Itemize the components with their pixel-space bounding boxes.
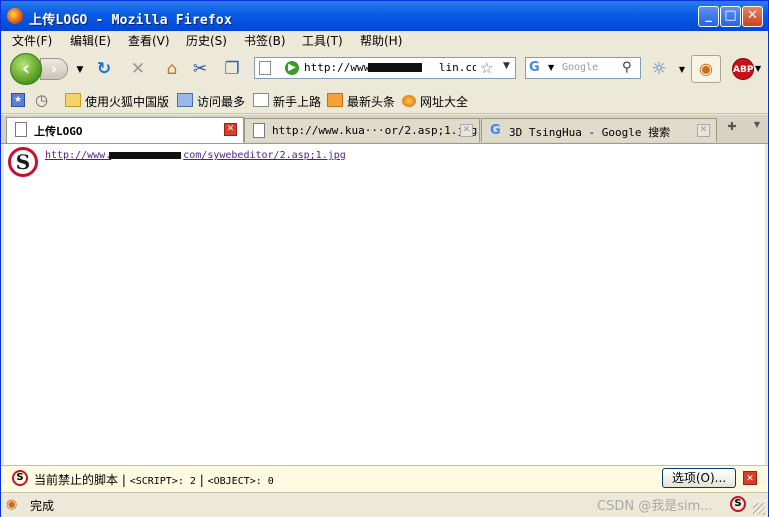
page-icon <box>253 93 269 107</box>
menu-edit[interactable]: 编辑(E) <box>70 32 111 49</box>
adblock-icon[interactable]: ABP <box>732 58 754 80</box>
bookmark-label: 访问最多 <box>197 95 246 109</box>
menu-file[interactable]: 文件(F) <box>12 32 52 49</box>
noscript-icon: S <box>12 470 28 486</box>
menu-help[interactable]: 帮助(H) <box>360 32 402 49</box>
home-icon[interactable]: ⌂ <box>162 59 182 79</box>
tab-close-icon[interactable]: ✕ <box>697 124 710 137</box>
page-icon <box>15 122 27 137</box>
bookmark-item-5[interactable]: 网址大全 <box>402 93 468 110</box>
reload-icon[interactable]: ↻ <box>94 59 114 79</box>
noscript-notification-bar: S 当前禁止的脚本 | <SCRIPT>: 2 | <OBJECT>: 0 选项… <box>1 465 768 492</box>
adblock-dropdown-icon[interactable]: ▼ <box>755 64 761 73</box>
window-tool-icon[interactable]: ❐ <box>222 59 242 79</box>
menu-tools[interactable]: 工具(T) <box>302 32 343 49</box>
google-icon[interactable]: G <box>529 60 545 76</box>
page-icon <box>259 61 271 75</box>
rss-icon <box>327 93 343 107</box>
window-title: 上传LOGO - Mozilla Firefox <box>29 13 232 28</box>
fox-addon-icon[interactable]: ◉ <box>691 55 721 83</box>
folder-icon <box>65 93 81 107</box>
noscript-icon[interactable]: S <box>8 147 38 177</box>
image-link[interactable]: http://www. com/sywebeditor/2.asp;1.jpg <box>45 150 346 161</box>
browser-window: 上传LOGO - Mozilla Firefox _ □ ✕ 文件(F) 编辑(… <box>0 0 769 517</box>
firefox-icon <box>7 8 23 24</box>
title-bar[interactable]: 上传LOGO - Mozilla Firefox _ □ ✕ <box>1 1 768 31</box>
status-addon-icon[interactable]: ◉ <box>6 497 22 513</box>
tab-google-search[interactable]: G 3D TsingHua - Google 搜索 ✕ <box>481 118 717 142</box>
close-button[interactable]: ✕ <box>742 6 763 27</box>
page-content: S http://www. com/sywebeditor/2.asp;1.jpg <box>4 144 765 465</box>
resize-grip[interactable] <box>753 503 765 515</box>
page-icon <box>253 123 265 138</box>
bookmark-item-2[interactable]: 访问最多 <box>177 93 245 110</box>
tab-list-icon[interactable]: ▼ <box>747 120 767 138</box>
menu-view[interactable]: 查看(V) <box>128 32 170 49</box>
status-bar: ◉ 完成 CSDN @我是sim... S <box>1 492 768 517</box>
google-icon: G <box>490 123 501 138</box>
firefox-icon <box>402 95 416 107</box>
navigation-toolbar: › ‹ ▼ ↻ ✕ ⌂ ✂ ❐ ▶ http://www.lin.com/syw… <box>1 50 768 88</box>
tab-label: 3D TsingHua - Google 搜索 <box>509 126 671 139</box>
tab-image[interactable]: http://www.kua···or/2.asp;1.jpg ✕ <box>244 118 480 142</box>
tab-label: 上传LOGO <box>34 125 83 138</box>
bookmark-item-1[interactable]: 使用火狐中国版 <box>65 93 169 110</box>
bookmarks-toolbar: ★ ◷ 使用火狐中国版 访问最多 新手上路 最新头条 网址大全 <box>1 89 768 114</box>
close-icon[interactable]: ✕ <box>743 471 757 485</box>
noscript-message: 当前禁止的脚本 | <SCRIPT>: 2 | <OBJECT>: 0 <box>34 473 274 487</box>
new-tab-icon[interactable]: ✚ <box>722 120 742 138</box>
menu-bookmarks[interactable]: 书签(B) <box>244 32 286 49</box>
status-text: 完成 <box>30 499 55 513</box>
bookmark-label: 使用火狐中国版 <box>85 95 170 109</box>
bookmark-label: 新手上路 <box>273 95 322 109</box>
weather-icon[interactable]: ☼ <box>649 59 669 79</box>
scissors-icon[interactable]: ✂ <box>190 59 210 79</box>
maximize-button[interactable]: □ <box>720 6 741 27</box>
menu-history[interactable]: 历史(S) <box>186 32 227 49</box>
link-redaction <box>109 152 181 159</box>
forward-button[interactable]: › <box>40 58 68 80</box>
minimize-button[interactable]: _ <box>698 6 719 27</box>
bookmark-item-3[interactable]: 新手上路 <box>253 93 321 110</box>
stop-icon[interactable]: ✕ <box>128 59 148 79</box>
url-redaction <box>368 63 422 72</box>
options-button[interactable]: 选项(O)... <box>662 468 736 488</box>
history-clock-icon[interactable]: ◷ <box>35 91 48 109</box>
engine-dropdown-icon[interactable]: ▼ <box>548 63 554 72</box>
tab-upload-logo[interactable]: 上传LOGO ✕ <box>6 117 244 143</box>
url-bar[interactable]: ▶ http://www.lin.com/syw ☆ ▼ <box>254 57 516 79</box>
smart-folder-icon <box>177 93 193 107</box>
tab-strip: 上传LOGO ✕ http://www.kua···or/2.asp;1.jpg… <box>1 115 768 144</box>
back-button[interactable]: ‹ <box>10 53 42 85</box>
go-icon[interactable]: ▶ <box>285 61 299 75</box>
addon-dropdown-icon[interactable]: ▼ <box>672 60 692 80</box>
search-input[interactable]: Google <box>562 62 598 73</box>
noscript-status-icon[interactable]: S <box>730 496 746 512</box>
history-dropdown-icon[interactable]: ▼ <box>70 60 90 80</box>
bookmark-label: 最新头条 <box>347 95 396 109</box>
bookmark-label: 网址大全 <box>420 95 469 109</box>
tab-label: http://www.kua···or/2.asp;1.jpg <box>272 124 478 137</box>
search-icon[interactable]: ⚲ <box>622 60 632 75</box>
menu-bar: 文件(F) 编辑(E) 查看(V) 历史(S) 书签(B) 工具(T) 帮助(H… <box>1 31 768 49</box>
search-box[interactable]: G ▼ Google ⚲ <box>525 57 641 79</box>
bookmarks-sidebar-icon[interactable]: ★ <box>11 93 25 107</box>
bookmark-star-icon[interactable]: ☆ <box>480 59 493 77</box>
watermark: CSDN @我是sim... <box>597 499 713 514</box>
url-dropdown-icon[interactable]: ▼ <box>503 61 510 71</box>
tab-close-icon[interactable]: ✕ <box>224 123 237 136</box>
tab-close-icon[interactable]: ✕ <box>460 124 473 137</box>
bookmark-item-4[interactable]: 最新头条 <box>327 93 395 110</box>
